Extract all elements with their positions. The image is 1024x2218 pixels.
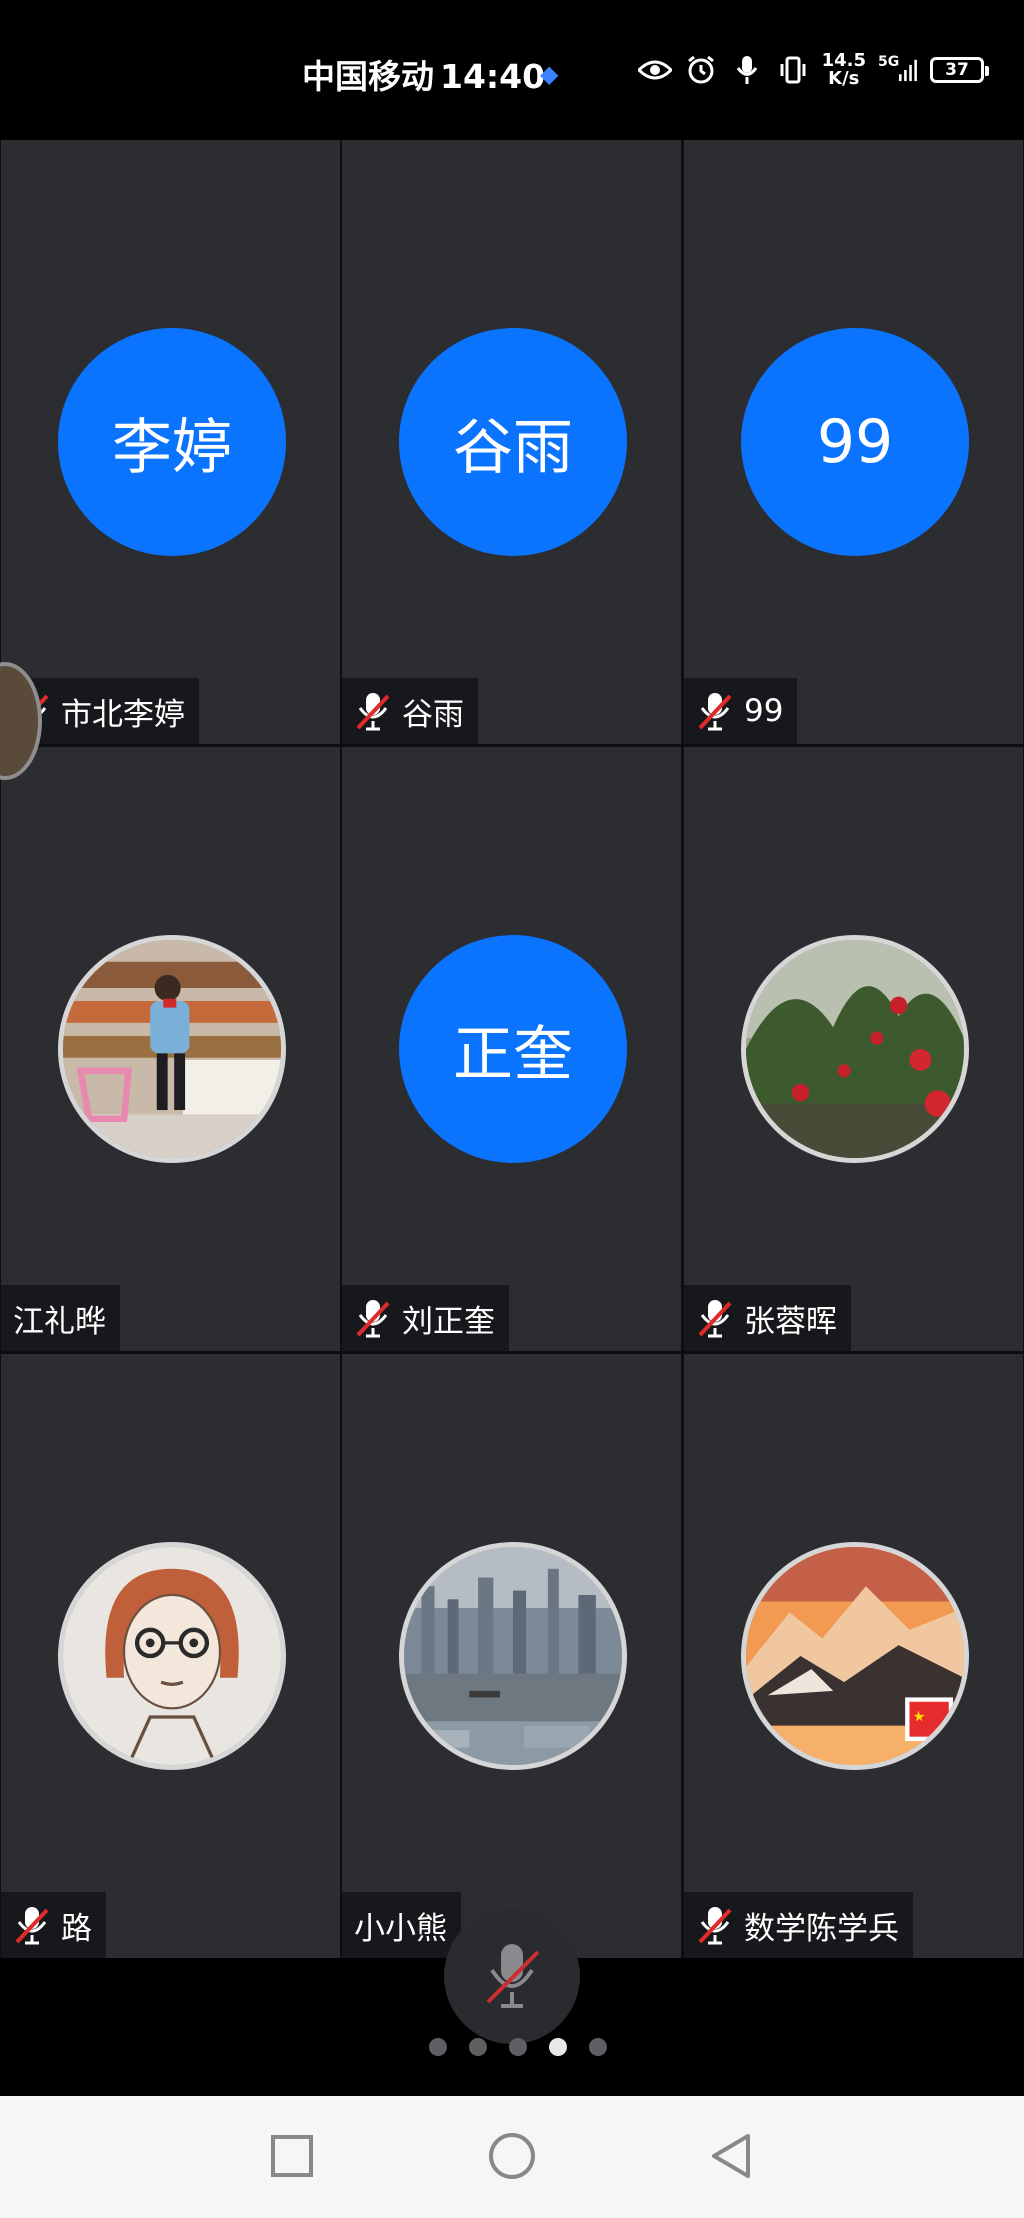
participant-tile[interactable]: 张蓉晖: [684, 747, 1023, 1351]
participant-name: 市北李婷: [61, 696, 185, 733]
participant-name: 刘正奎: [402, 1303, 495, 1340]
page-dot[interactable]: [469, 2038, 487, 2056]
signal-wave-icon: ◆: [540, 60, 559, 88]
page-indicator: [0, 2038, 1024, 2056]
participant-tile[interactable]: 数学陈学兵: [684, 1354, 1023, 1958]
eye-icon: [637, 53, 672, 87]
participant-nameplate: 路: [1, 1892, 106, 1958]
participant-tile[interactable]: 路: [1, 1354, 340, 1958]
vibrate-icon: [776, 53, 810, 87]
recents-button[interactable]: [262, 2126, 322, 2186]
mic-muted-icon: [698, 693, 732, 731]
speed-unit: K/s: [828, 68, 860, 89]
avatar: 正奎: [399, 935, 627, 1163]
avatar: 李婷: [58, 328, 286, 556]
cellular-signal-icon: 5G: [878, 53, 918, 87]
red-flowers-photo: [741, 935, 969, 1163]
page-dot[interactable]: [589, 2038, 607, 2056]
alarm-icon: [684, 53, 718, 87]
participant-nameplate: 谷雨: [342, 678, 478, 744]
participant-nameplate: 张蓉晖: [684, 1285, 851, 1351]
microphone-icon: [730, 53, 764, 87]
participant-nameplate: 小小熊: [342, 1892, 461, 1958]
back-button[interactable]: [700, 2126, 760, 2186]
square-icon: [271, 2135, 313, 2177]
back-triangle-icon: [712, 2134, 750, 2178]
avatar-initials: 谷雨: [453, 412, 573, 483]
participant-nameplate: 99: [684, 678, 798, 744]
mute-toggle-button[interactable]: [444, 1908, 580, 2044]
participant-grid: 李婷 市北李婷 谷雨 谷雨 99 99 江礼晔 正奎 刘正奎 张蓉晖 路 小小熊…: [0, 140, 1024, 1958]
page-dot[interactable]: [509, 2038, 527, 2056]
status-bar: 中国移动 14:40 ◆ 14.5 K/s 5G 37: [0, 0, 1024, 140]
participant-tile[interactable]: 谷雨 谷雨: [342, 140, 681, 744]
participant-name: 江礼晔: [13, 1303, 106, 1340]
avatar-initials: 正奎: [453, 1019, 573, 1090]
participant-name: 谷雨: [402, 696, 464, 733]
participant-name: 张蓉晖: [744, 1303, 837, 1340]
network-type: 5G: [878, 54, 900, 70]
participant-tile[interactable]: 江礼晔: [1, 747, 340, 1351]
participant-nameplate: 刘正奎: [342, 1285, 509, 1351]
cartoon-girl-photo: [58, 1542, 286, 1770]
participant-tile[interactable]: 99 99: [684, 140, 1023, 744]
mic-muted-icon: [15, 1907, 49, 1945]
battery-icon: 37: [930, 57, 989, 83]
participant-name: 99: [744, 693, 784, 729]
avatar: 99: [741, 328, 969, 556]
network-speed: 14.5 K/s: [822, 52, 866, 88]
mic-muted-icon: [698, 1300, 732, 1338]
status-icons: 14.5 K/s 5G 37: [637, 52, 989, 88]
sunset-mountain-photo: [741, 1542, 969, 1770]
city-river-photo: [399, 1542, 627, 1770]
participant-tile[interactable]: 正奎 刘正奎: [342, 747, 681, 1351]
participant-nameplate: 数学陈学兵: [684, 1892, 913, 1958]
clock: 14:40: [440, 57, 546, 96]
avatar-initials: 李婷: [112, 412, 232, 483]
page-dot[interactable]: [429, 2038, 447, 2056]
person-shopping-photo: [58, 935, 286, 1163]
mic-muted-icon: [486, 1944, 540, 2008]
participant-nameplate: 江礼晔: [1, 1285, 120, 1351]
mic-muted-icon: [698, 1907, 732, 1945]
participant-name: 数学陈学兵: [744, 1910, 899, 1947]
circle-icon: [489, 2133, 535, 2179]
participant-name: 路: [61, 1910, 92, 1947]
carrier-name: 中国移动: [302, 57, 434, 96]
avatar: 谷雨: [399, 328, 627, 556]
system-nav-bar: [0, 2096, 1024, 2218]
battery-level: 37: [945, 60, 969, 80]
participant-name: 小小熊: [354, 1910, 447, 1947]
page-dot-active[interactable]: [549, 2038, 567, 2056]
home-button[interactable]: [482, 2126, 542, 2186]
mic-muted-icon: [356, 693, 390, 731]
participant-tile[interactable]: 小小熊: [342, 1354, 681, 1958]
carrier-time: 中国移动 14:40: [302, 50, 545, 98]
participant-tile[interactable]: 李婷 市北李婷: [1, 140, 340, 744]
mic-muted-icon: [356, 1300, 390, 1338]
avatar-initials: 99: [816, 407, 894, 477]
